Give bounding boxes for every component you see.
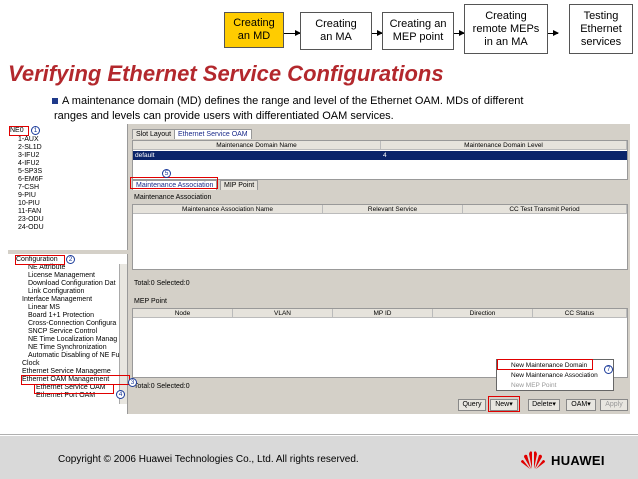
bullet-line-1: A maintenance domain (MD) defines the ra… — [62, 95, 524, 107]
ma-name-header: Maintenance Association Name — [133, 205, 323, 214]
function-tree-item[interactable]: Download Configuration Dat — [28, 280, 116, 288]
md-level-header: Maintenance Domain Level — [381, 141, 627, 150]
bullet-line-2: ranges and levels can provide users with… — [54, 110, 394, 122]
step-marker: 3 — [128, 378, 137, 387]
arrow-right-icon — [372, 30, 383, 36]
annotation-box-ne0 — [9, 126, 29, 136]
mep-vlan-header: VLAN — [233, 309, 333, 318]
tree-item-board[interactable]: 4-IFU2 — [18, 160, 39, 168]
step-marker: 2 — [66, 255, 75, 264]
tree-item-board[interactable]: 9-PIU — [18, 192, 36, 200]
board-tree: NE0 1-AUX 2-SL1D 3-IFU2 4-IFU2 5-SP3S 6-… — [8, 124, 128, 250]
mep-direction-header: Direction — [433, 309, 533, 318]
mep-status: Total:0 Selected:0 — [134, 383, 190, 390]
step-marker: 5 — [162, 169, 171, 178]
md-table: Maintenance Domain Name Maintenance Doma… — [132, 140, 628, 180]
arrow-right-icon — [284, 30, 301, 36]
md-name-header: Maintenance Domain Name — [133, 141, 381, 150]
bullet-text: A maintenance domain (MD) defines the ra… — [54, 94, 602, 124]
bullet-square-icon — [52, 98, 58, 104]
query-button[interactable]: Query — [458, 399, 486, 411]
step-marker: 4 — [116, 390, 125, 399]
function-tree-item[interactable]: NE Attribute — [28, 264, 65, 272]
mep-mpid-header: MP ID — [333, 309, 433, 318]
function-tree-item[interactable]: NE Time Localization Manag — [28, 336, 117, 344]
menu-new-mep-point[interactable]: New MEP Point — [497, 381, 613, 391]
tree-item-board[interactable]: 11-FAN — [18, 208, 41, 216]
function-tree-item[interactable]: NE Time Synchronization — [28, 344, 107, 352]
tab-ethernet-service-oam[interactable]: Ethernet Service OAM — [174, 129, 252, 139]
function-tree-item[interactable]: Linear MS — [28, 304, 60, 312]
tab-mip-point[interactable]: MIP Point — [220, 180, 259, 190]
mep-node-header: Node — [133, 309, 233, 318]
tree-item-board[interactable]: 10-PIU — [18, 200, 40, 208]
delete-button[interactable]: Delete▾ — [528, 399, 560, 411]
annotation-box-new-button — [488, 396, 520, 412]
function-tree-item[interactable]: Cross-Connection Configura — [28, 320, 116, 328]
step-marker: 1 — [31, 126, 40, 135]
function-tree-item[interactable]: Automatic Disabling of NE Fu — [28, 352, 119, 360]
ma-status: Total:0 Selected:0 — [134, 280, 190, 287]
ma-cc-header: CC Test Transmit Period — [463, 205, 627, 214]
flow-step-create-remote-mep: Creating remote MEPs in an MA — [464, 4, 548, 54]
function-tree-item[interactable]: License Management — [28, 272, 95, 280]
mep-section-label: MEP Point — [134, 298, 167, 305]
flow-step-create-mep: Creating an MEP point — [382, 12, 454, 50]
function-tree-item[interactable]: Interface Management — [22, 296, 92, 304]
arrow-right-icon — [454, 30, 465, 36]
tree-item-board[interactable]: 3-IFU2 — [18, 152, 39, 160]
function-tree-item[interactable]: SNCP Service Control — [28, 328, 97, 336]
footer-divider — [0, 434, 638, 435]
tree-item-board[interactable]: 23-ODU — [18, 216, 44, 224]
ma-section-label: Maintenance Association — [134, 194, 212, 201]
huawei-logo-icon — [521, 451, 545, 469]
annotation-box-configuration — [15, 255, 65, 265]
flow-step-test-services: Testing Ethernet services — [569, 4, 633, 54]
annotation-box-association-tab — [130, 177, 218, 189]
function-tree-item[interactable]: Clock — [22, 360, 40, 368]
slide-title: Verifying Ethernet Service Configuration… — [8, 61, 444, 86]
table-row[interactable]: default 4 — [133, 151, 627, 160]
flow-step-create-md: Creating an MD — [224, 12, 284, 48]
tree-item-board[interactable]: 5-SP3S — [18, 168, 42, 176]
apply-button[interactable]: Apply — [600, 399, 628, 411]
function-tree-item[interactable]: Link Configuration — [28, 288, 84, 296]
tree-item-board[interactable]: 7-CSH — [18, 184, 39, 192]
function-tree-item[interactable]: Board 1+1 Protection — [28, 312, 94, 320]
annotation-box-new-md — [497, 359, 593, 370]
ma-service-header: Relevant Service — [323, 205, 463, 214]
ma-table: Maintenance Association Name Relevant Se… — [132, 204, 628, 270]
tree-item-board[interactable]: 2-SL1D — [18, 144, 42, 152]
service-oam-pane: Slot Layout Ethernet Service OAM Mainten… — [130, 124, 630, 414]
tab-slot-layout[interactable]: Slot Layout — [132, 129, 176, 139]
step-marker: 7 — [604, 365, 613, 374]
md-level-cell: 4 — [383, 152, 387, 159]
tree-item-board[interactable]: 1-AUX — [18, 136, 39, 144]
annotation-box-service-oam — [34, 384, 114, 394]
copyright-text: Copyright © 2006 Huawei Technologies Co.… — [58, 454, 359, 465]
nms-screenshot: NE0 1-AUX 2-SL1D 3-IFU2 4-IFU2 5-SP3S 6-… — [8, 124, 630, 414]
arrow-right-icon — [548, 30, 559, 36]
menu-new-maintenance-association[interactable]: New Maintenance Association — [497, 371, 613, 381]
flow-step-create-ma: Creating an MA — [300, 12, 372, 50]
tree-item-board[interactable]: 24-ODU — [18, 224, 44, 232]
md-name-cell: default — [135, 152, 155, 159]
huawei-brand-text: HUAWEI — [551, 453, 605, 468]
tree-item-board[interactable]: 6-EM6F — [18, 176, 43, 184]
oam-button[interactable]: OAM▾ — [566, 399, 596, 411]
mep-cc-status-header: CC Status — [533, 309, 627, 318]
